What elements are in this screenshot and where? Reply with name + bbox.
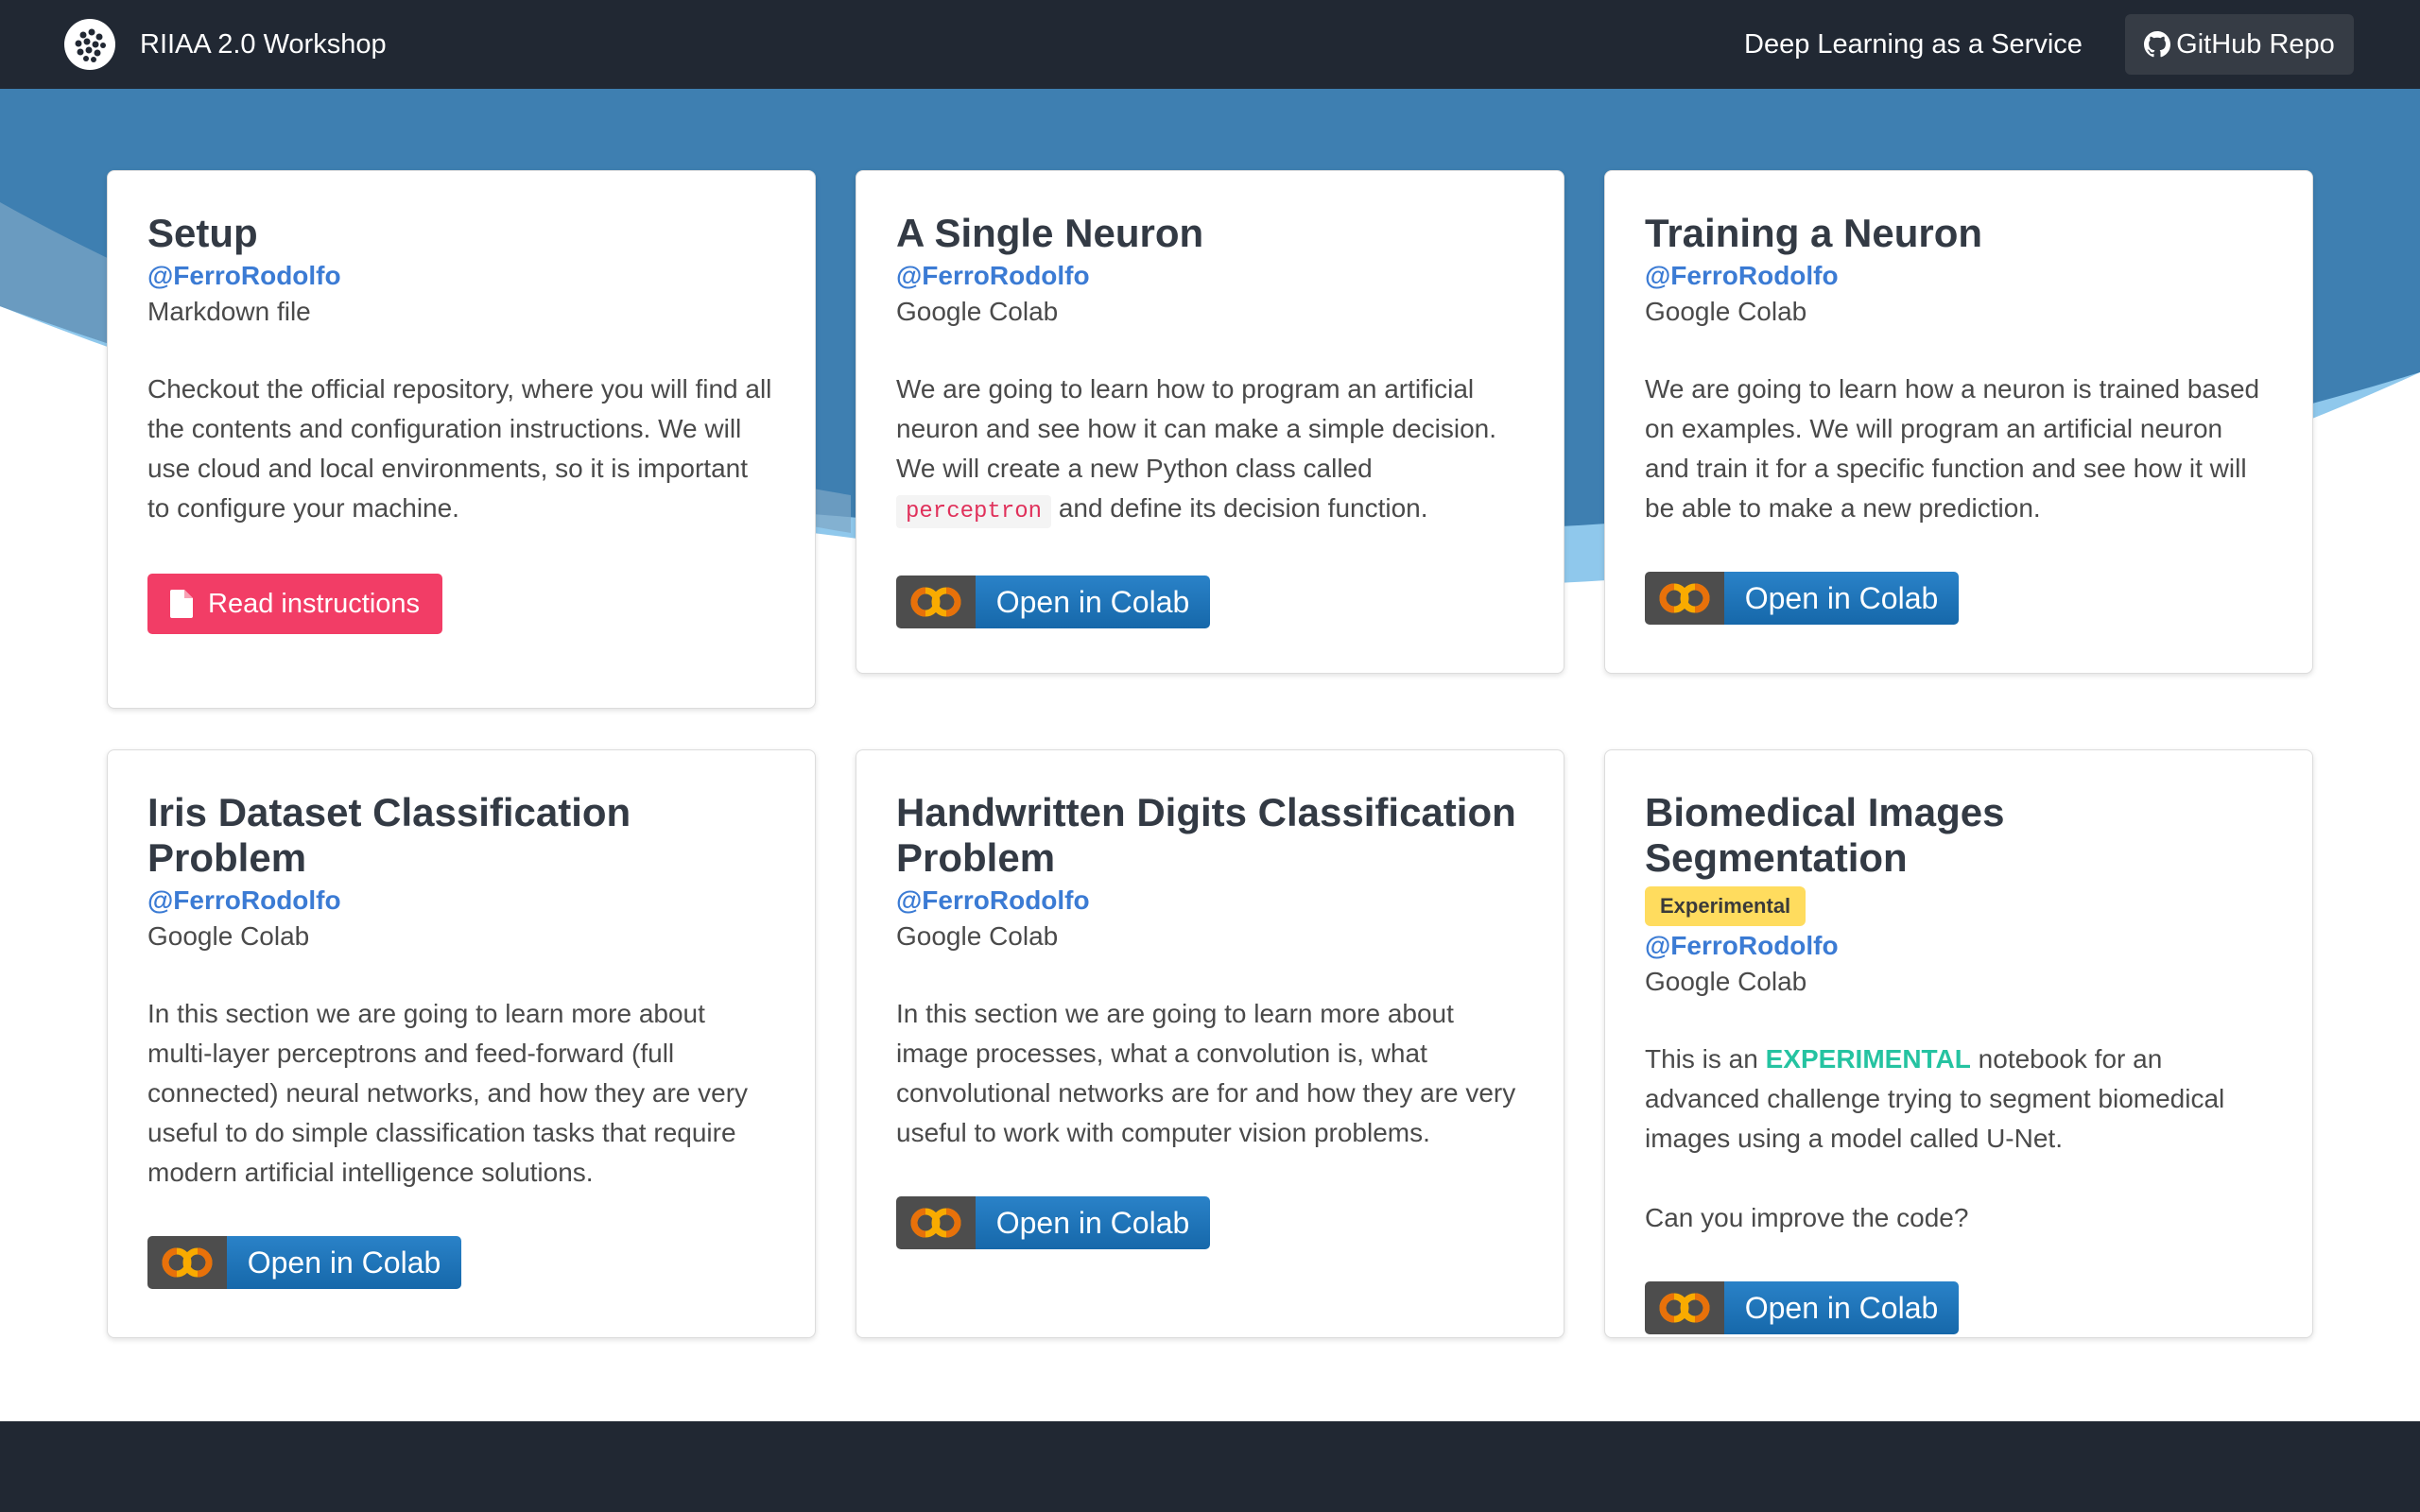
- card-biomedical-segmentation: Biomedical Images Segmentation Experimen…: [1604, 749, 2313, 1338]
- card-description: This is an EXPERIMENTAL notebook for an …: [1645, 1040, 2273, 1238]
- card-description-text: We are going to learn how a neuron is tr…: [1645, 374, 2260, 523]
- card-setup: Setup @FerroRodolfo Markdown file Checko…: [107, 170, 816, 709]
- card-description-text-end: and define its decision function.: [1058, 493, 1428, 523]
- dots-logo-icon[interactable]: [64, 19, 115, 70]
- experimental-badge: Experimental: [1645, 886, 1806, 926]
- card-author-link[interactable]: @FerroRodolfo: [1645, 258, 2273, 294]
- card-description: Checkout the official repository, where …: [147, 369, 775, 528]
- nav-link-dlaas[interactable]: Deep Learning as a Service: [1744, 26, 2083, 62]
- card-description-text: In this section we are going to learn mo…: [896, 999, 1516, 1147]
- colab-logo-icon: [896, 576, 976, 628]
- card-iris-classification: Iris Dataset Classification Problem @Fer…: [107, 749, 816, 1338]
- open-in-colab-label: Open in Colab: [976, 576, 1210, 628]
- card-type: Google Colab: [1645, 297, 1807, 326]
- card-title: Biomedical Images Segmentation: [1645, 790, 2005, 880]
- open-in-colab-label: Open in Colab: [1724, 1281, 1959, 1334]
- brand-title[interactable]: RIIAA 2.0 Workshop: [140, 26, 387, 62]
- card-type: Google Colab: [896, 921, 1059, 951]
- file-icon: [170, 590, 193, 618]
- inline-code: perceptron: [896, 495, 1052, 528]
- card-author-link[interactable]: @FerroRodolfo: [147, 883, 775, 919]
- github-repo-button[interactable]: GitHub Repo: [2125, 14, 2354, 75]
- experimental-highlight: EXPERIMENTAL: [1765, 1044, 1971, 1074]
- card-type: Markdown file: [147, 297, 311, 326]
- card-description-text: Checkout the official repository, where …: [147, 374, 772, 523]
- open-in-colab-label: Open in Colab: [976, 1196, 1210, 1249]
- card-description-text: In this section we are going to learn mo…: [147, 999, 749, 1187]
- card-title: A Single Neuron: [896, 211, 1204, 255]
- read-instructions-button[interactable]: Read instructions: [147, 574, 443, 634]
- open-in-colab-button[interactable]: Open in Colab: [147, 1236, 461, 1289]
- colab-logo-icon: [1645, 1281, 1724, 1334]
- card-author-link[interactable]: @FerroRodolfo: [147, 258, 775, 294]
- navbar: RIIAA 2.0 Workshop Deep Learning as a Se…: [0, 0, 2420, 89]
- card-type: Google Colab: [1645, 967, 1807, 996]
- card-description-text: This is an: [1645, 1044, 1758, 1074]
- card-type: Google Colab: [896, 297, 1059, 326]
- card-question: Can you improve the code?: [1645, 1203, 1969, 1232]
- card-author-link[interactable]: @FerroRodolfo: [1645, 928, 2273, 964]
- card-description: We are going to learn how a neuron is tr…: [1645, 369, 2273, 528]
- card-description: In this section we are going to learn mo…: [896, 994, 1524, 1153]
- card-author-link[interactable]: @FerroRodolfo: [896, 883, 1524, 919]
- github-button-label: GitHub Repo: [2176, 28, 2335, 60]
- card-training-neuron: Training a Neuron @FerroRodolfo Google C…: [1604, 170, 2313, 674]
- open-in-colab-button[interactable]: Open in Colab: [1645, 1281, 1959, 1334]
- card-description: We are going to learn how to program an …: [896, 369, 1524, 532]
- footer: [0, 1421, 2420, 1512]
- card-title: Handwritten Digits Classification Proble…: [896, 790, 1516, 880]
- card-description: In this section we are going to learn mo…: [147, 994, 775, 1193]
- read-instructions-label: Read instructions: [208, 588, 421, 619]
- card-title: Setup: [147, 211, 258, 255]
- open-in-colab-label: Open in Colab: [227, 1236, 461, 1289]
- card-title: Training a Neuron: [1645, 211, 1983, 255]
- open-in-colab-label: Open in Colab: [1724, 572, 1959, 625]
- open-in-colab-button[interactable]: Open in Colab: [1645, 572, 1959, 625]
- open-in-colab-button[interactable]: Open in Colab: [896, 576, 1210, 628]
- card-type: Google Colab: [147, 921, 310, 951]
- colab-logo-icon: [1645, 572, 1724, 625]
- open-in-colab-button[interactable]: Open in Colab: [896, 1196, 1210, 1249]
- colab-logo-icon: [896, 1196, 976, 1249]
- card-title: Iris Dataset Classification Problem: [147, 790, 631, 880]
- card-single-neuron: A Single Neuron @FerroRodolfo Google Col…: [856, 170, 1564, 674]
- card-author-link[interactable]: @FerroRodolfo: [896, 258, 1524, 294]
- github-icon: [2144, 31, 2171, 58]
- colab-logo-icon: [147, 1236, 227, 1289]
- card-description-text: We are going to learn how to program an …: [896, 374, 1497, 483]
- card-digits-classification: Handwritten Digits Classification Proble…: [856, 749, 1564, 1338]
